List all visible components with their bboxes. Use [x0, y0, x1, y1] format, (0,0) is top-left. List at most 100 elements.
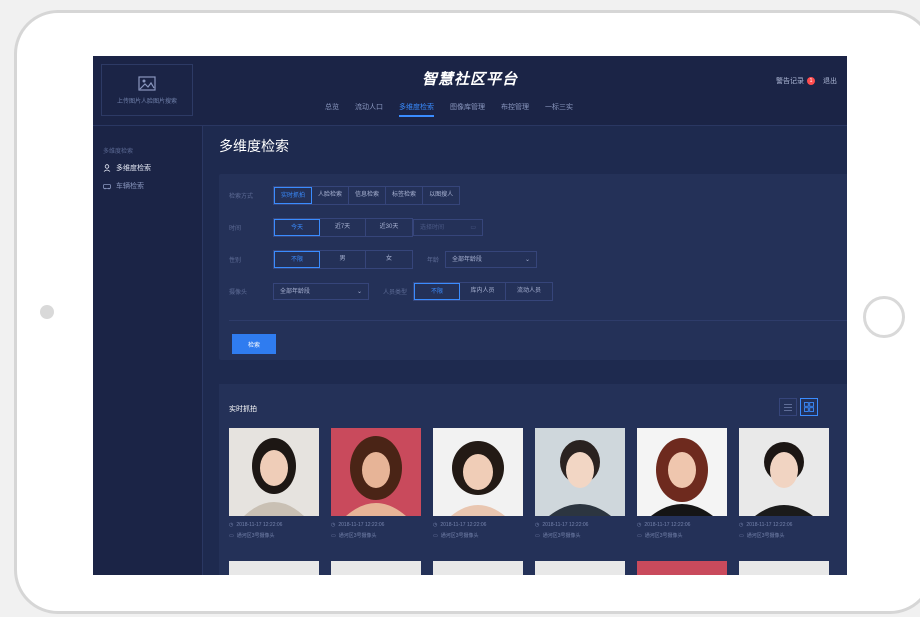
person-type-any[interactable]: 不限: [414, 283, 461, 300]
camera-dot: [40, 305, 54, 319]
age-value: 全部年龄段: [452, 257, 483, 263]
capture-time: ◷ 2018-11-17 12:22:06: [739, 522, 829, 528]
age-label: 年龄: [427, 258, 440, 264]
nav-one-standard[interactable]: 一标三实: [545, 102, 573, 117]
grid-view-button[interactable]: [800, 398, 818, 416]
face-photo[interactable]: [535, 428, 625, 516]
car-icon: [103, 184, 111, 190]
capture-card[interactable]: ◷ 2018-11-17 12:22:06 ▭ 通河区3号摄像头: [535, 428, 625, 539]
method-segmented: 实时抓拍 人脸检索 信息检索 标签检索 以图搜人: [273, 186, 461, 205]
capture-camera-text: 通河区3号摄像头: [338, 533, 377, 539]
method-option-face[interactable]: 人脸检索: [312, 187, 350, 204]
capture-time: ◷ 2018-11-17 12:22:06: [433, 522, 523, 528]
capture-time: ◷ 2018-11-17 12:22:06: [229, 522, 319, 528]
sidebar-item-label: 车辆检索: [116, 183, 144, 190]
search-button[interactable]: 检索: [232, 334, 276, 354]
capture-card[interactable]: ◷ 2018-11-17 12:22:06 ▭ 通河区3号摄像头: [739, 428, 829, 539]
sidebar-section-label: 多维度检索: [103, 149, 134, 155]
nav-overview[interactable]: 总览: [325, 102, 339, 117]
clock-icon: ◷: [229, 522, 234, 528]
sidebar-item-vehicle-search[interactable]: 车辆检索: [93, 173, 202, 191]
nav-control[interactable]: 布控管理: [501, 102, 529, 117]
calendar-icon: ▭: [470, 225, 476, 231]
capture-time-text: 2018-11-17 12:22:06: [644, 522, 691, 528]
capture-card[interactable]: ◷ 2018-11-17 12:22:06 ▭ 通河区3号摄像头: [229, 428, 319, 539]
person-icon: [103, 164, 111, 172]
capture-panel: 实时抓拍 ◷ 2018-11-17 12:22:06 ▭ 通河区3号摄像头 ◷ …: [219, 384, 847, 575]
capture-card-partial[interactable]: [229, 561, 319, 575]
capture-camera: ▭ 通河区3号摄像头: [433, 532, 523, 540]
capture-camera-text: 通河区3号摄像头: [746, 533, 785, 539]
time-option-today[interactable]: 今天: [274, 219, 320, 236]
capture-card[interactable]: ◷ 2018-11-17 12:22:06 ▭ 通河区3号摄像头: [433, 428, 523, 539]
capture-camera: ▭ 通河区3号摄像头: [229, 532, 319, 540]
time-option-30days[interactable]: 近30天: [366, 219, 412, 236]
capture-time-text: 2018-11-17 12:22:06: [542, 522, 589, 528]
logout-link[interactable]: 退出: [823, 76, 837, 86]
method-option-tag[interactable]: 标签检索: [386, 187, 424, 204]
capture-camera-text: 通河区3号摄像头: [440, 533, 479, 539]
face-photo[interactable]: [739, 428, 829, 516]
list-view-button[interactable]: [779, 398, 797, 416]
person-type-floating[interactable]: 流动人员: [506, 283, 552, 300]
capture-camera-text: 通河区3号摄像头: [236, 533, 275, 539]
capture-camera: ▭ 通河区3号摄像头: [331, 532, 421, 540]
capture-card[interactable]: ◷ 2018-11-17 12:22:06 ▭ 通河区3号摄像头: [637, 428, 727, 539]
grid-icon: [804, 402, 814, 412]
camera-label: 摄像头: [229, 290, 248, 296]
header-actions: 警告记录 1 退出: [776, 76, 837, 86]
capture-grid-row-2: [229, 561, 829, 575]
capture-card-partial[interactable]: [331, 561, 421, 575]
date-picker[interactable]: 选择时间 ▭: [413, 219, 483, 236]
method-option-realtime[interactable]: 实时抓拍: [274, 187, 313, 204]
clock-icon: ◷: [331, 522, 336, 528]
home-button[interactable]: [863, 296, 905, 338]
nav-multi-search[interactable]: 多维度检索: [399, 102, 434, 117]
face-photo[interactable]: [637, 428, 727, 516]
alarm-records-link[interactable]: 警告记录 1: [776, 76, 815, 86]
alarm-count-badge: 1: [807, 77, 815, 85]
time-option-7days[interactable]: 近7天: [320, 219, 366, 236]
clock-icon: ◷: [739, 522, 744, 528]
age-select[interactable]: 全部年龄段 ⌄: [445, 251, 538, 268]
gender-option-female[interactable]: 女: [366, 251, 412, 268]
sidebar-item-multi-search[interactable]: 多维度检索: [93, 155, 202, 173]
camera-icon: ▭: [637, 532, 642, 539]
capture-time: ◷ 2018-11-17 12:22:06: [331, 522, 421, 528]
face-photo[interactable]: [229, 428, 319, 516]
capture-time: ◷ 2018-11-17 12:22:06: [637, 522, 727, 528]
gender-option-any[interactable]: 不限: [274, 251, 320, 268]
list-icon: [784, 403, 792, 411]
sidebar-item-label: 多维度检索: [116, 165, 151, 172]
capture-card-partial[interactable]: [637, 561, 727, 575]
capture-camera-text: 通河区3号摄像头: [644, 533, 683, 539]
app-screen: 上传图片人脸图片搜索 智慧社区平台 总览 流动人口 多维度检索 图像库管理 布控…: [93, 56, 847, 575]
gender-label: 性别: [229, 258, 242, 264]
person-type-label: 人员类型: [383, 290, 408, 296]
face-photo[interactable]: [331, 428, 421, 516]
capture-card-partial[interactable]: [535, 561, 625, 575]
person-type-segmented: 不限 库内人员 流动人员: [413, 282, 554, 301]
nav-image-library[interactable]: 图像库管理: [450, 102, 485, 117]
capture-card-partial[interactable]: [739, 561, 829, 575]
filter-row-method: 检索方式 实时抓拍 人脸检索 信息检索 标签检索 以图搜人: [229, 186, 461, 205]
capture-card[interactable]: ◷ 2018-11-17 12:22:06 ▭ 通河区3号摄像头: [331, 428, 421, 539]
person-type-library[interactable]: 库内人员: [460, 283, 507, 300]
capture-time-text: 2018-11-17 12:22:06: [338, 522, 385, 528]
top-bar: 上传图片人脸图片搜索 智慧社区平台 总览 流动人口 多维度检索 图像库管理 布控…: [93, 56, 847, 126]
method-label: 检索方式: [229, 194, 254, 200]
method-option-image[interactable]: 以图搜人: [423, 187, 459, 204]
time-segmented: 今天 近7天 近30天: [273, 218, 413, 237]
page-title: 多维度检索: [219, 138, 289, 154]
capture-camera: ▭ 通河区3号摄像头: [739, 532, 829, 540]
date-placeholder: 选择时间: [420, 225, 445, 231]
face-photo[interactable]: [433, 428, 523, 516]
capture-card-partial[interactable]: [433, 561, 523, 575]
camera-select[interactable]: 全部年龄段 ⌄: [273, 283, 369, 300]
chevron-down-icon: ⌄: [356, 289, 362, 295]
nav-floating-population[interactable]: 流动人口: [355, 102, 383, 117]
method-option-info[interactable]: 信息检索: [349, 187, 387, 204]
capture-time-text: 2018-11-17 12:22:06: [236, 522, 283, 528]
camera-icon: ▭: [331, 532, 336, 539]
gender-option-male[interactable]: 男: [320, 251, 366, 268]
